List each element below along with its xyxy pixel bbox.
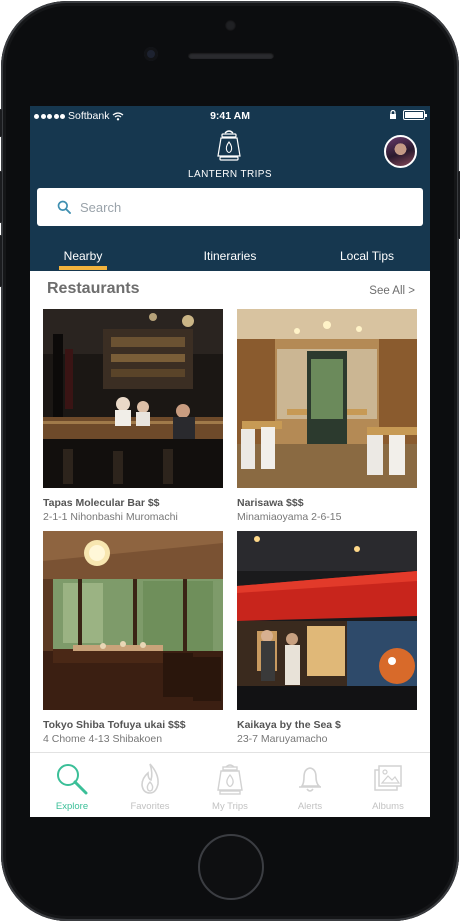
restaurant-card[interactable]: Tokyo Shiba Tofuya ukai $$$ 4 Chome 4-13… — [43, 531, 223, 745]
status-right — [389, 110, 427, 120]
earpiece-sensor — [225, 20, 236, 31]
restaurant-address: Minamiaoyama 2-6-15 — [237, 511, 342, 523]
home-button[interactable] — [198, 834, 264, 900]
status-bar: Softbank 9:41 AM — [30, 106, 430, 126]
photo-album-icon — [374, 765, 402, 791]
restaurant-photo — [43, 531, 223, 710]
search-bar[interactable]: Search — [37, 188, 423, 226]
tab-label: Favorites — [130, 801, 170, 812]
status-time: 9:41 AM — [210, 110, 250, 122]
restaurant-name: Tokyo Shiba Tofuya ukai $$$ — [43, 719, 186, 731]
section-title: Restaurants — [47, 280, 140, 297]
tab-nearby[interactable]: Nearby — [54, 249, 112, 263]
search-input[interactable]: Search — [80, 200, 121, 215]
lock-rotation-icon — [390, 110, 396, 119]
restaurant-card[interactable]: Tapas Molecular Bar $$ 2-1-1 Nihonbashi … — [43, 309, 223, 523]
avatar[interactable] — [384, 135, 417, 168]
tab-label: Explore — [55, 801, 89, 812]
flame-icon — [141, 763, 159, 794]
battery-icon — [403, 110, 427, 120]
restaurant-card[interactable]: Kaikaya by the Sea $ 23-7 Maruyamacho — [237, 531, 417, 745]
silent-switch — [0, 109, 2, 137]
tab-explore[interactable]: Explore — [32, 753, 112, 817]
restaurant-name: Tapas Molecular Bar $$ — [43, 497, 160, 509]
search-icon — [57, 200, 71, 214]
see-all-link[interactable]: See All > — [369, 285, 415, 297]
restaurant-address: 2-1-1 Nihonbashi Muromachi — [43, 511, 178, 523]
restaurant-name: Narisawa $$$ — [237, 497, 304, 509]
header: Softbank 9:41 AM LANTERN TRIPS Search Ne… — [30, 106, 430, 271]
volume-up-button — [0, 171, 2, 223]
app-screen: Softbank 9:41 AM LANTERN TRIPS Search Ne… — [30, 106, 430, 817]
brand-name: LANTERN TRIPS — [188, 169, 272, 180]
restaurant-name: Kaikaya by the Sea $ — [237, 719, 341, 731]
lantern-icon — [217, 764, 243, 795]
tab-albums[interactable]: Albums — [348, 753, 428, 817]
volume-down-button — [0, 235, 2, 287]
tab-label: My Trips — [212, 801, 248, 812]
tab-my-trips[interactable]: My Trips — [190, 753, 270, 817]
tab-itineraries[interactable]: Itineraries — [193, 249, 267, 263]
lantern-logo-icon — [217, 130, 241, 161]
active-tab-indicator — [59, 266, 107, 270]
tab-label: Alerts — [297, 801, 323, 812]
earpiece-speaker — [188, 52, 274, 59]
restaurant-address: 4 Chome 4-13 Shibakoen — [43, 733, 163, 745]
bottom-tab-bar: Explore Favorites My Trips Alerts Albums — [30, 752, 430, 817]
tab-favorites[interactable]: Favorites — [110, 753, 190, 817]
tab-label: Albums — [372, 801, 404, 812]
restaurant-address: 23-7 Maruyamacho — [237, 733, 328, 745]
front-camera — [144, 47, 158, 61]
bell-icon — [299, 767, 321, 792]
magnifier-icon — [57, 764, 88, 795]
restaurant-card[interactable]: Narisawa $$$ Minamiaoyama 2-6-15 — [237, 309, 417, 523]
restaurant-photo — [43, 309, 223, 488]
restaurant-photo — [237, 309, 417, 488]
restaurant-photo — [237, 531, 417, 710]
tab-alerts[interactable]: Alerts — [270, 753, 350, 817]
tab-local-tips[interactable]: Local Tips — [333, 249, 401, 263]
